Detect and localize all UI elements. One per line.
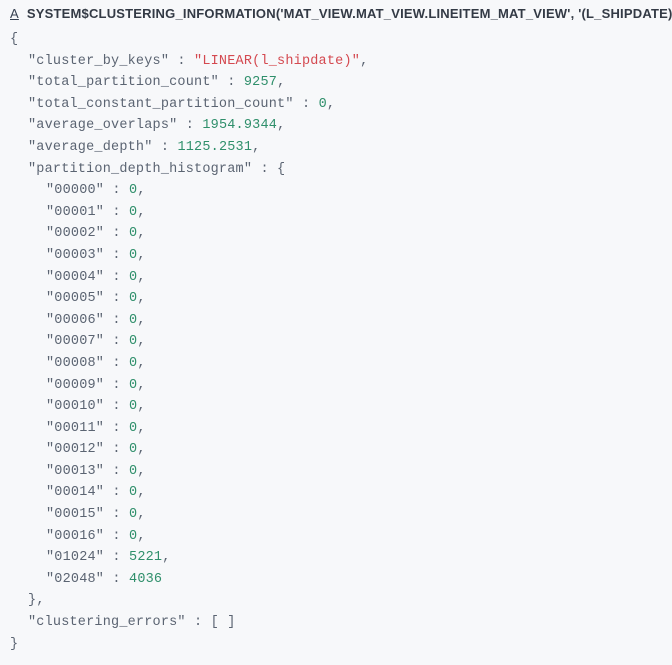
result-cell: A SYSTEM$CLUSTERING_INFORMATION('MAT_VIE… [0,0,672,665]
column-type-marker: A [10,6,19,21]
json-output: {"cluster_by_keys" : "LINEAR(l_shipdate)… [10,29,664,655]
column-header-row: A SYSTEM$CLUSTERING_INFORMATION('MAT_VIE… [10,6,664,29]
column-title: SYSTEM$CLUSTERING_INFORMATION('MAT_VIEW.… [27,6,672,21]
